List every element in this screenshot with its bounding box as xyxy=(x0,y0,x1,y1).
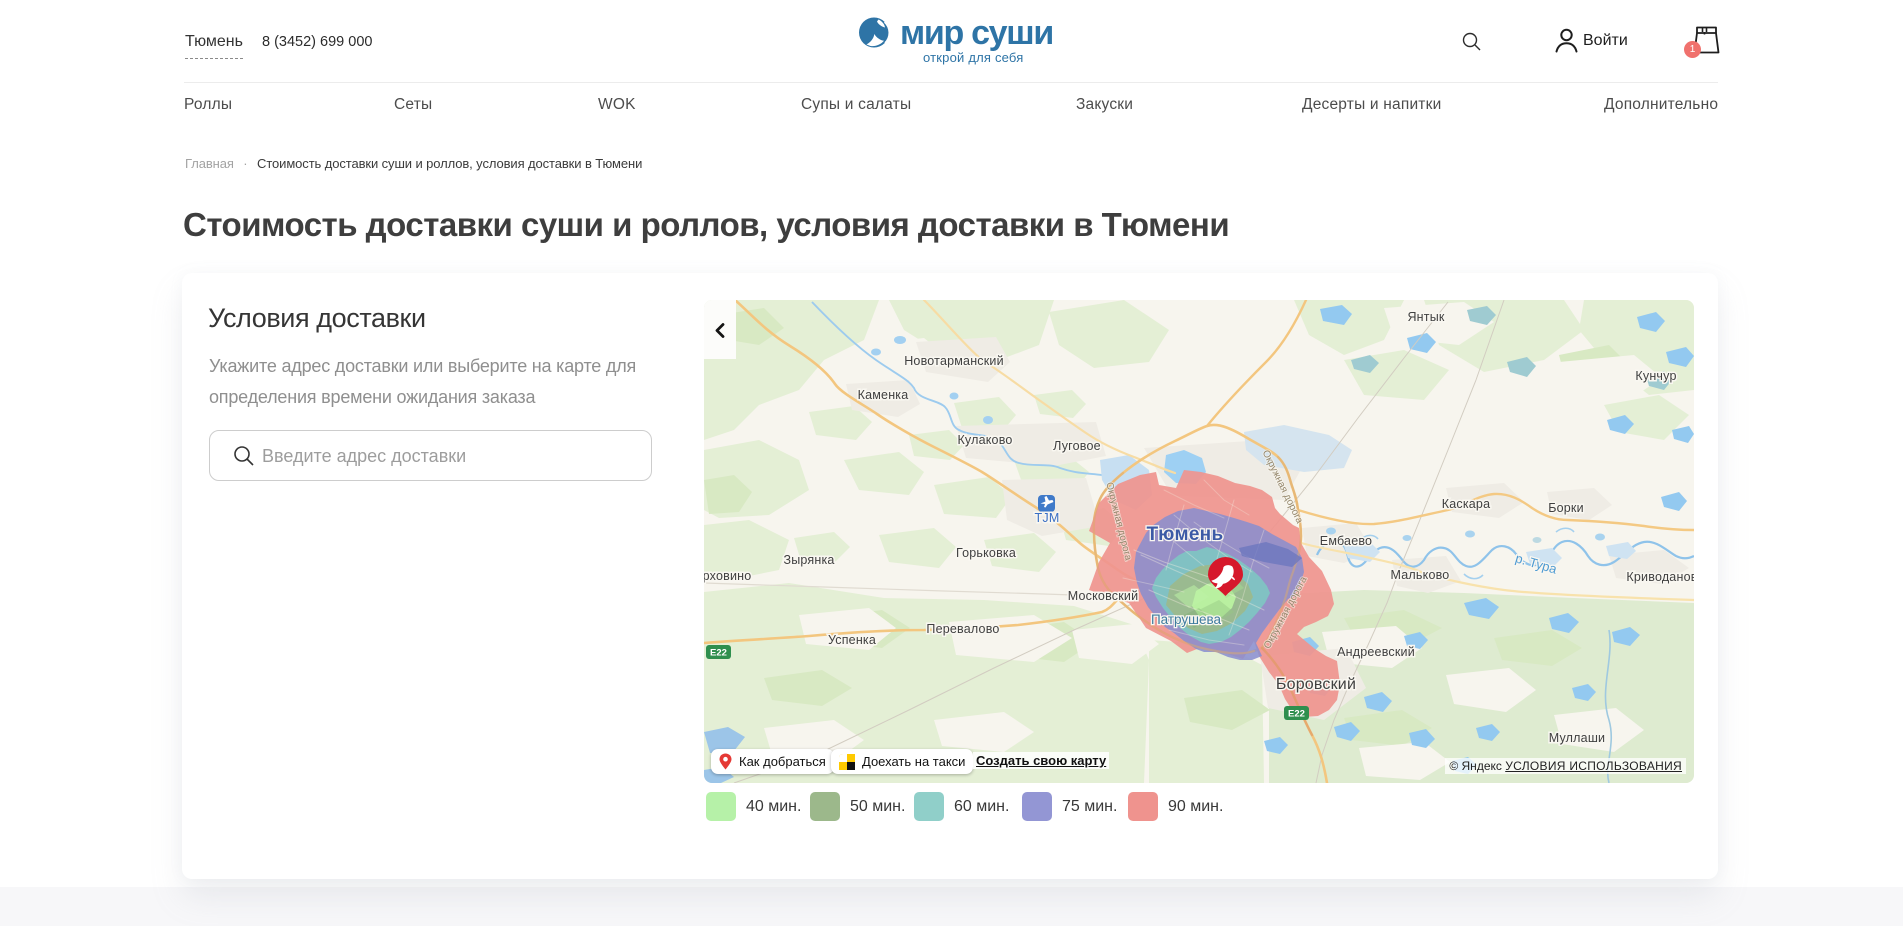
svg-text:Кунчур: Кунчур xyxy=(1635,369,1676,383)
svg-text:Патрушева: Патрушева xyxy=(1151,612,1222,627)
svg-text:рховино: рховино xyxy=(704,569,751,583)
svg-text:Янтык: Янтык xyxy=(1407,310,1444,324)
svg-text:Луговое: Луговое xyxy=(1053,439,1101,453)
svg-text:Московский: Московский xyxy=(1068,589,1139,603)
svg-text:Кулаково: Кулаково xyxy=(957,433,1012,447)
svg-text:Зырянка: Зырянка xyxy=(783,553,834,567)
svg-text:Новотарманский: Новотарманский xyxy=(904,354,1004,368)
svg-text:Каскара: Каскара xyxy=(1442,497,1490,511)
svg-text:Тюмень: Тюмень xyxy=(1147,524,1224,545)
svg-text:E22: E22 xyxy=(1288,709,1305,720)
svg-text:Муллаши: Муллаши xyxy=(1549,731,1605,745)
svg-text:Криводанов: Криводанов xyxy=(1626,570,1694,584)
svg-text:Ембаево: Ембаево xyxy=(1320,534,1372,548)
svg-text:E22: E22 xyxy=(710,648,727,659)
svg-text:Боровский: Боровский xyxy=(1276,676,1356,693)
svg-text:TJM: TJM xyxy=(1035,511,1060,525)
svg-text:Андреевский: Андреевский xyxy=(1337,645,1415,659)
svg-text:Горьковка: Горьковка xyxy=(956,546,1016,560)
svg-text:Перевалово: Перевалово xyxy=(926,622,999,636)
svg-text:Успенка: Успенка xyxy=(828,633,876,647)
svg-text:Борки: Борки xyxy=(1548,501,1584,515)
svg-text:Каменка: Каменка xyxy=(858,388,909,402)
svg-text:Мальково: Мальково xyxy=(1391,568,1450,582)
